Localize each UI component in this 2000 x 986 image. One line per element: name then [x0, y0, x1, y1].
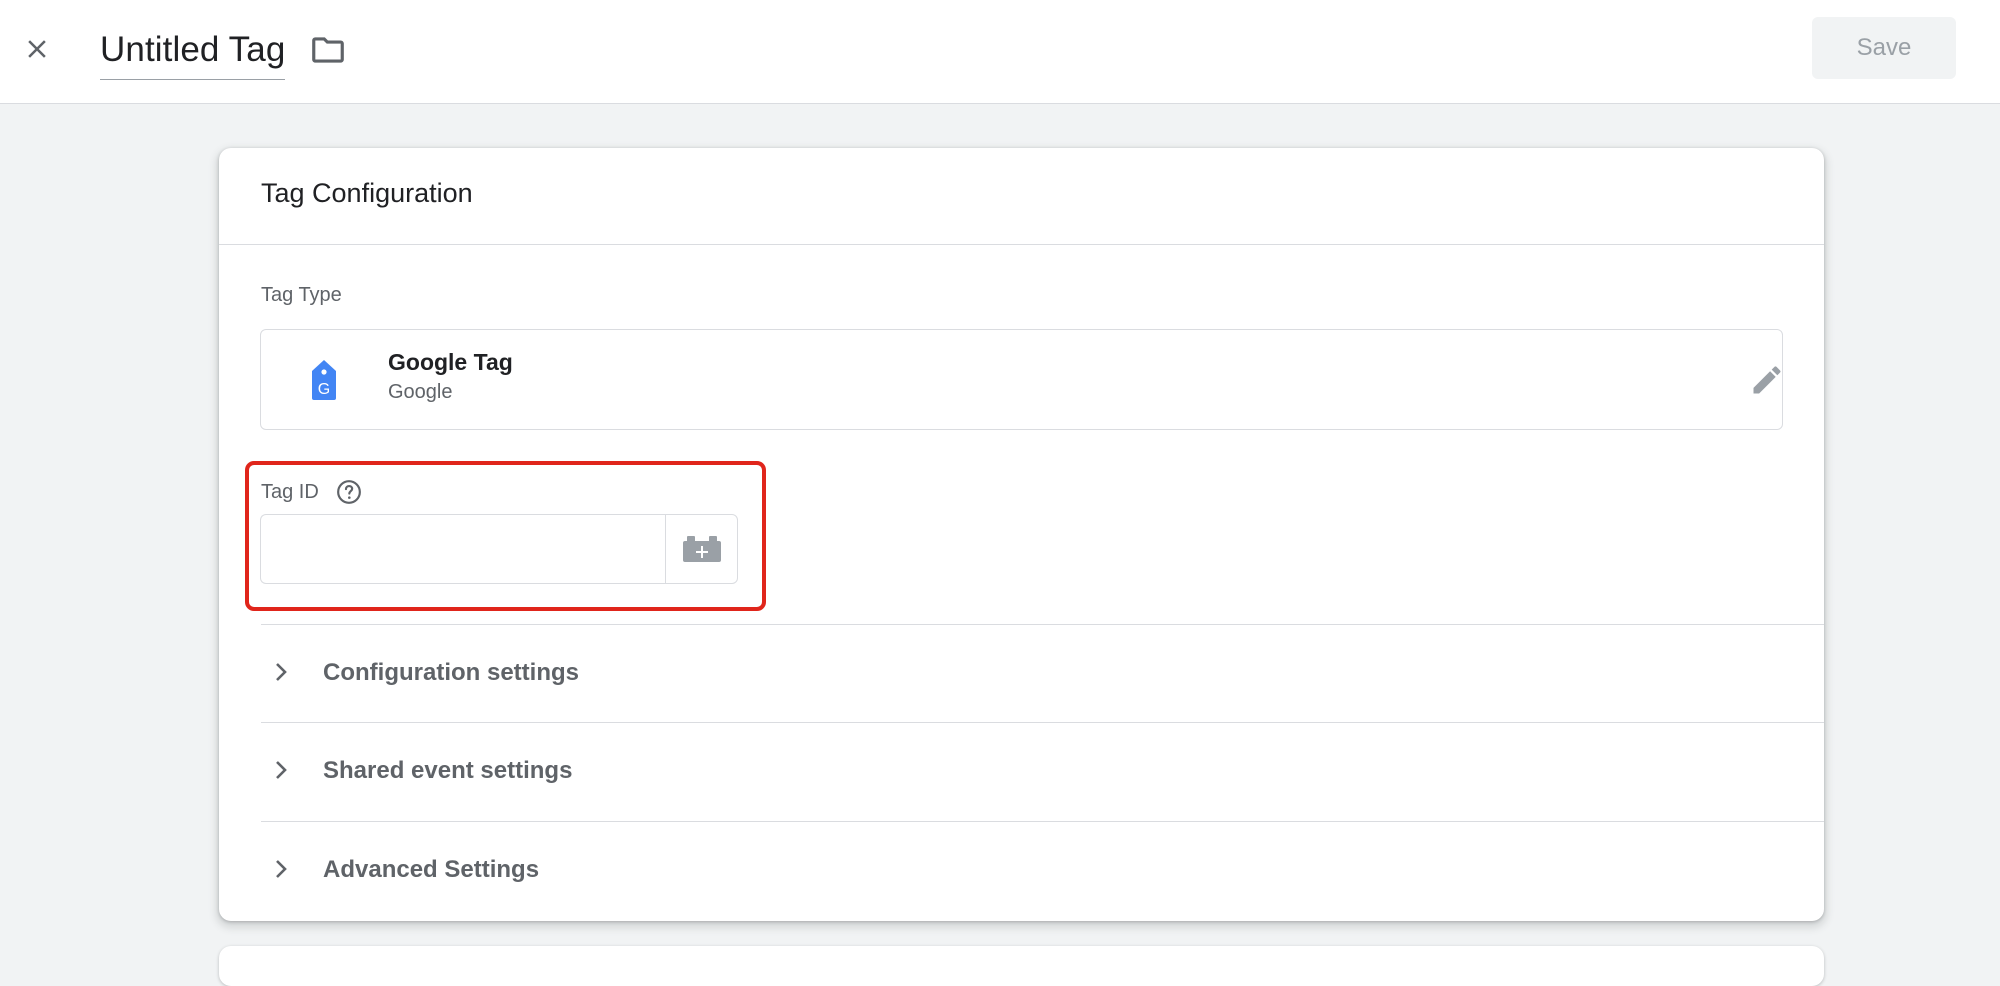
card-header: Tag Configuration	[219, 148, 1824, 245]
tag-type-label: Tag Type	[261, 284, 342, 306]
svg-text:G: G	[318, 381, 330, 398]
google-tag-icon: G	[312, 360, 336, 400]
help-icon[interactable]	[336, 479, 362, 505]
tag-type-vendor: Google	[388, 381, 453, 403]
tag-type-name: Google Tag	[388, 349, 513, 375]
tag-id-input[interactable]	[260, 514, 665, 584]
top-bar: Untitled Tag Save	[0, 0, 2000, 104]
close-button[interactable]	[14, 26, 60, 72]
chevron-right-icon	[276, 761, 287, 779]
insert-variable-button[interactable]	[665, 514, 738, 584]
triggering-card-edge	[219, 946, 1824, 986]
folder-icon	[312, 37, 344, 63]
section-label: Shared event settings	[323, 757, 573, 784]
tag-id-label: Tag ID	[261, 481, 319, 503]
section-label: Advanced Settings	[323, 856, 540, 883]
close-icon	[28, 40, 46, 58]
save-button[interactable]: Save	[1812, 17, 1956, 79]
shared-event-settings-section[interactable]: Shared event settings	[261, 722, 1824, 820]
section-label: Configuration settings	[323, 659, 579, 686]
folder-button[interactable]	[306, 28, 350, 72]
tag-name-field[interactable]: Untitled Tag	[100, 24, 286, 80]
chevron-right-icon	[276, 663, 287, 681]
advanced-settings-section[interactable]: Advanced Settings	[261, 821, 1824, 919]
card-title: Tag Configuration	[261, 178, 473, 208]
pencil-icon	[1753, 366, 1781, 394]
configuration-settings-section[interactable]: Configuration settings	[261, 624, 1824, 722]
tag-name: Untitled Tag	[100, 30, 286, 69]
variable-picker-icon	[682, 536, 721, 562]
chevron-right-icon	[276, 860, 287, 878]
edit-tag-type-button[interactable]	[1747, 360, 1787, 400]
tag-type-selector[interactable]: G Google Tag Google	[260, 329, 1783, 430]
tag-configuration-card: Tag Configuration Tag Type G Google Tag …	[219, 148, 1824, 921]
